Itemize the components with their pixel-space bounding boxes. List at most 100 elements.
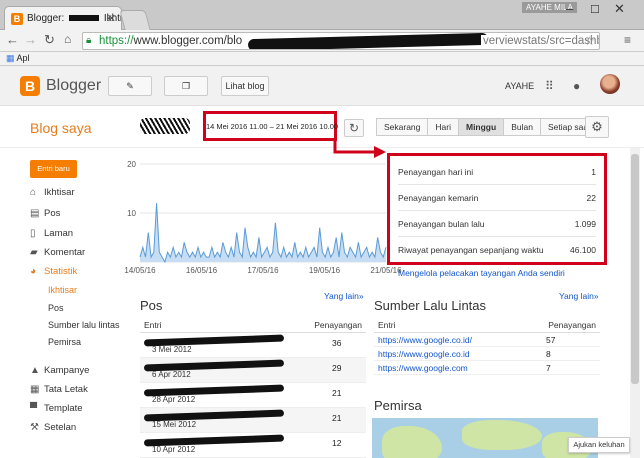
- post-views: 29: [332, 363, 342, 373]
- table-row[interactable]: 3 Mei 2012 36: [140, 333, 366, 358]
- maximize-icon[interactable]: ☐: [590, 3, 600, 16]
- table-row[interactable]: 15 Mei 2012 21: [140, 408, 366, 433]
- manage-tracking-link[interactable]: Mengelola pelacakan tayangan Anda sendir…: [398, 268, 565, 278]
- blog-name-redaction: [140, 118, 190, 134]
- gear-icon[interactable]: ⚙: [585, 116, 609, 138]
- table-row[interactable]: https://www.google.com 7: [374, 361, 600, 375]
- post-date: 3 Mei 2012: [152, 345, 192, 354]
- sidebar-item-template[interactable]: ▀ Template: [30, 403, 83, 414]
- table-row[interactable]: https://www.google.co.id/57: [374, 333, 600, 347]
- view-blog-button[interactable]: Lihat blog: [221, 76, 269, 96]
- new-tab-button[interactable]: [119, 10, 151, 30]
- sidebar-sub-overview[interactable]: Ikhtisar: [48, 285, 77, 295]
- referrer-link[interactable]: https://www.google.co.id: [378, 349, 470, 359]
- stat-label: Penayangan hari ini: [398, 166, 474, 177]
- col-views: Penayangan: [314, 320, 362, 330]
- reload-icon[interactable]: ↻: [44, 32, 55, 48]
- refresh-button[interactable]: ↻: [344, 119, 364, 137]
- chart-x-tick: 19/05/16: [309, 266, 341, 275]
- forward-icon[interactable]: →: [24, 32, 37, 47]
- stat-row-last-month: Penayangan bulan lalu 1.099: [398, 211, 596, 237]
- referrer-views: 57: [546, 334, 556, 345]
- table-row[interactable]: 10 Apr 2012 12: [140, 433, 366, 458]
- close-window-icon[interactable]: ✕: [614, 1, 625, 17]
- range-week-button[interactable]: Minggu: [457, 118, 505, 136]
- sidebar-item-label: Setelan: [44, 422, 77, 433]
- minimize-icon[interactable]: –: [566, 1, 573, 16]
- table-header: Entri Penayangan: [140, 318, 366, 333]
- browser-tab[interactable]: B Blogger: Ikhtisar ✕: [4, 6, 122, 30]
- menu-icon[interactable]: ≡: [624, 33, 631, 47]
- lock-icon: 🔒︎: [86, 35, 92, 46]
- pages-icon: ▯: [30, 228, 36, 239]
- blog-selector[interactable]: Blog saya: [30, 120, 91, 136]
- chart-y-tick: 20: [127, 160, 136, 169]
- range-day-button[interactable]: Hari: [427, 118, 459, 136]
- post-views: 21: [332, 413, 342, 423]
- table-row[interactable]: https://www.google.co.id 8: [374, 347, 600, 361]
- feedback-button[interactable]: Ajukan keluhan: [568, 437, 630, 453]
- home-icon: ⌂: [30, 187, 37, 198]
- posts-more-link[interactable]: Yang lain»: [324, 291, 364, 301]
- stat-row-all-time: Riwayat penayangan sepanjang waktu 46.100: [398, 237, 596, 263]
- avatar[interactable]: [600, 74, 620, 94]
- close-tab-icon[interactable]: ✕: [107, 12, 116, 25]
- apps-grid-icon[interactable]: ⠿: [545, 79, 554, 93]
- sidebar-item-pages[interactable]: ▯ Laman: [30, 228, 73, 239]
- wrench-icon: ⚒: [30, 422, 39, 433]
- new-post-pencil-button[interactable]: ✎: [108, 76, 152, 96]
- audience-map[interactable]: [372, 418, 598, 458]
- user-name[interactable]: AYAHE: [505, 81, 534, 91]
- table-row[interactable]: 6 Apr 2012 29: [140, 358, 366, 383]
- sidebar-item-label: Tata Letak: [44, 384, 88, 395]
- bookmark-star-icon[interactable]: ☆: [584, 34, 595, 48]
- sidebar-item-comments[interactable]: ▰ Komentar: [30, 247, 85, 258]
- bookmark-apps[interactable]: Apl: [17, 53, 30, 63]
- sidebar-item-settings[interactable]: ⚒ Setelan: [30, 422, 76, 433]
- campaign-icon: ▲: [30, 365, 40, 376]
- sidebar-item-overview[interactable]: ⌂ Ikhtisar: [30, 187, 75, 198]
- table-row[interactable]: 28 Apr 2012 21: [140, 383, 366, 408]
- chart-area: [140, 203, 386, 262]
- back-icon[interactable]: ←: [6, 32, 19, 47]
- stat-label: Riwayat penayangan sepanjang waktu: [398, 245, 544, 255]
- referrer-link[interactable]: https://www.google.co.id/: [378, 335, 472, 345]
- sidebar-item-posts[interactable]: ▤ Pos: [30, 208, 60, 219]
- url-redaction: [247, 33, 489, 49]
- pencil-icon: ✎: [126, 81, 134, 91]
- referrer-views: 7: [546, 362, 551, 373]
- address-bar[interactable]: 🔒︎ https://www.blogger.com/blo verviewst…: [82, 32, 600, 50]
- tab-title: Blogger:: [27, 13, 65, 24]
- sidebar-item-layout[interactable]: ▦ Tata Letak: [30, 384, 88, 395]
- url-host: www.blogger.com/blo: [133, 35, 243, 47]
- posts-list-button[interactable]: ❐: [164, 76, 208, 96]
- blogger-logo-icon[interactable]: B: [20, 76, 40, 96]
- range-selector: Sekarang Hari Minggu Bulan Setiap saat: [376, 118, 599, 136]
- sidebar-item-campaigns[interactable]: ▲ Kampanye: [30, 365, 89, 376]
- range-month-button[interactable]: Bulan: [503, 118, 541, 136]
- home-browser-icon[interactable]: ⌂: [64, 32, 71, 46]
- posts-icon: ▤: [30, 208, 40, 219]
- sidebar-sub-posts[interactable]: Pos: [48, 303, 64, 313]
- notifications-icon[interactable]: ●: [573, 79, 580, 93]
- col-entry: Entri: [144, 320, 162, 330]
- range-now-button[interactable]: Sekarang: [376, 118, 429, 136]
- sidebar-item-label: Kampanye: [44, 365, 90, 376]
- apps-icon[interactable]: ▦: [6, 53, 15, 63]
- sidebar-item-label: Statistik: [44, 266, 78, 277]
- page-scrollbar[interactable]: [630, 148, 640, 458]
- traffic-table: Entri Penayangan https://www.google.co.id…: [374, 318, 600, 375]
- sidebar-item-stats[interactable]: ◕ Statistik: [30, 266, 77, 277]
- referrer-link[interactable]: https://www.google.com: [378, 363, 468, 373]
- new-post-button[interactable]: Entri baru: [30, 160, 77, 178]
- scrollbar-thumb[interactable]: [631, 154, 639, 384]
- brand-name[interactable]: Blogger: [46, 77, 101, 95]
- sidebar-sub-traffic[interactable]: Sumber lalu lintas: [48, 320, 120, 330]
- bookmarks-bar: ▦ Apl: [0, 52, 644, 66]
- sidebar-item-label: Ikhtisar: [44, 187, 75, 198]
- traffic-more-link[interactable]: Yang lain»: [559, 291, 599, 301]
- blogger-favicon-icon: B: [11, 13, 23, 25]
- sidebar-sub-audience[interactable]: Pemirsa: [48, 337, 81, 347]
- sidebar-item-label: Laman: [44, 228, 74, 239]
- post-date: 28 Apr 2012: [152, 395, 196, 404]
